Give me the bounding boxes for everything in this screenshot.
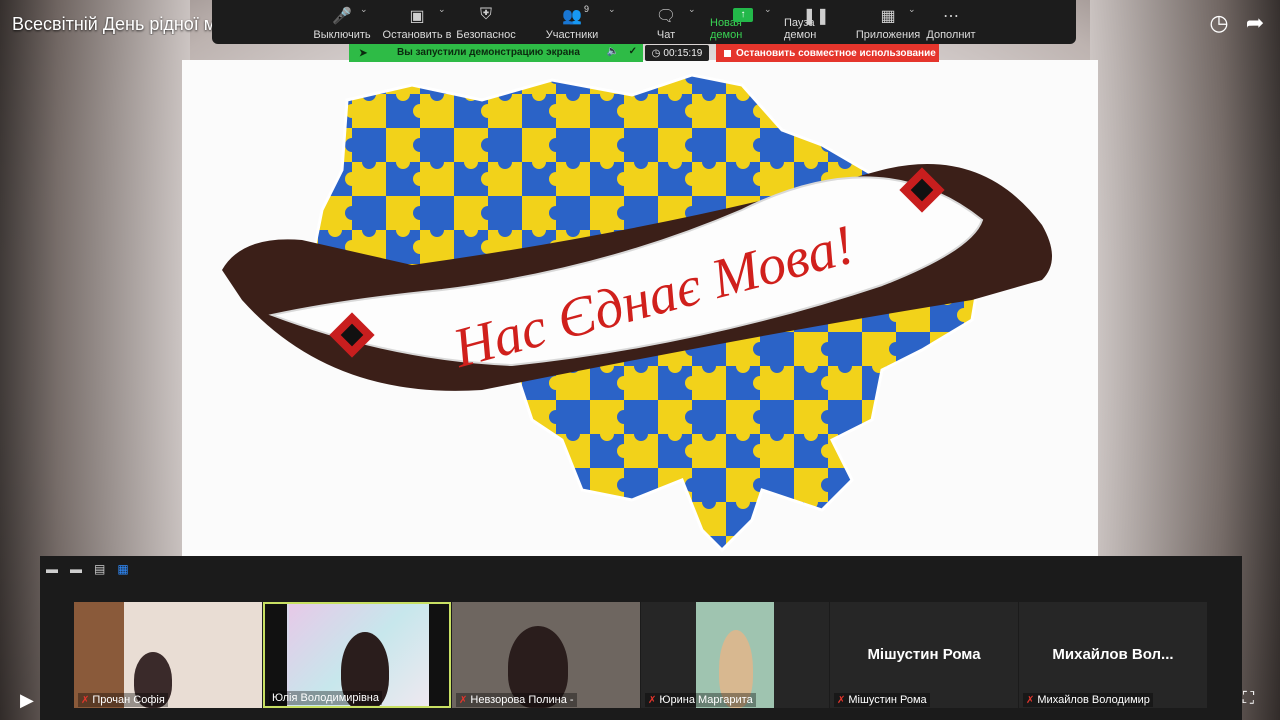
clock-icon[interactable]: ◷: [1208, 10, 1230, 35]
strip-view-icon[interactable]: ▤: [94, 562, 105, 576]
participants-icon: 👥: [562, 8, 582, 25]
sharing-status-text: Вы запустили демонстрацию экрана: [397, 47, 580, 58]
participant-tile[interactable]: Мішустин Рома ✗ Мішустин Рома: [830, 602, 1018, 708]
participant-name: Юлія Володимирівна: [272, 692, 379, 704]
muted-mic-icon: ✗: [837, 694, 846, 706]
muted-mic-icon: ✗: [648, 694, 657, 706]
youtube-video-title[interactable]: Всесвітній День рідної м: [12, 14, 212, 35]
stop-icon: [724, 49, 731, 57]
muted-mic-icon: ✗: [1026, 694, 1035, 706]
participant-name: Прочан Софія: [92, 694, 165, 706]
participant-name: Мішустин Рома: [848, 694, 927, 706]
gallery-view-icon[interactable]: ▦: [117, 562, 128, 576]
sharing-status-bar: ➤ Вы запустили демонстрацию экрана 🔈 ✓: [349, 44, 643, 62]
more-icon: ⋯: [943, 8, 959, 25]
pin-icon[interactable]: ➤: [359, 48, 367, 59]
microphone-icon: 🎤: [332, 8, 352, 25]
stop-video-label: Остановить в: [382, 29, 452, 41]
stop-video-button[interactable]: ▣ ⌄ Остановить в: [382, 0, 452, 44]
chevron-down-icon[interactable]: ⌄: [908, 4, 916, 15]
play-icon[interactable]: ▶: [20, 690, 34, 711]
chat-button[interactable]: 🗨 ⌄ Чат: [648, 0, 696, 44]
ukraine-puzzle-map: Нас Єднає Мова!: [222, 73, 1052, 553]
participant-name: Михайлов Володимир: [1037, 694, 1150, 706]
mute-label: Выключить: [313, 29, 371, 41]
participant-name: Юрина Маргарита: [659, 694, 753, 706]
share-timer: ◷ 00:15:19: [645, 45, 709, 61]
mute-button[interactable]: 🎤 ⌄ Выключить: [312, 0, 372, 44]
clock-icon: ◷: [651, 47, 661, 59]
chevron-down-icon[interactable]: ⌄: [608, 4, 616, 15]
participant-name: Невзорова Полина -: [470, 694, 574, 706]
participant-tile[interactable]: ✗ Прочан Софія: [74, 602, 262, 708]
chevron-down-icon[interactable]: ⌄: [360, 4, 368, 15]
pause-share-button[interactable]: ❚❚ Пауза демон: [784, 0, 848, 44]
participants-label: Участники: [545, 29, 599, 41]
participant-display-name: Михайлов Вол...: [1052, 646, 1174, 663]
apps-label: Приложения: [855, 29, 921, 41]
pause-icon: ❚❚: [802, 8, 830, 25]
gallery-view-controls: ▬ ▬ ▤ ▦: [46, 562, 129, 576]
chat-icon: 🗨: [655, 8, 677, 25]
muted-mic-icon: ✗: [459, 694, 468, 706]
camera-icon: ▣: [409, 8, 425, 25]
chevron-down-icon[interactable]: ⌄: [438, 4, 446, 15]
speaker-view-icon[interactable]: ▬: [70, 562, 82, 576]
chat-label: Чат: [656, 29, 676, 41]
timer-value: 00:15:19: [663, 47, 703, 59]
new-share-button[interactable]: ↑ ⌄ Новая демон: [710, 0, 776, 44]
chevron-down-icon[interactable]: ⌄: [764, 4, 772, 15]
participants-button[interactable]: 👥 9 ⌄ Участники: [544, 0, 616, 44]
shield-check-icon: ✓: [628, 46, 637, 57]
shield-icon: ⛨: [479, 6, 492, 23]
participant-gallery: ▬ ▬ ▤ ▦ ✗ Прочан Софія Юлія Володимирівна…: [40, 556, 1242, 720]
apps-icon: ▦: [880, 8, 896, 25]
participant-display-name: Мішустин Рома: [867, 646, 981, 663]
participant-tile[interactable]: Михайлов Вол... ✗ Михайлов Володимир: [1019, 602, 1207, 708]
security-label: Безопаснос: [456, 29, 516, 41]
stop-sharing-label: Остановить совместное использование: [736, 47, 936, 59]
participant-tile[interactable]: ✗ Невзорова Полина -: [452, 602, 640, 708]
participant-tile[interactable]: ✗ Юрина Маргарита: [641, 602, 829, 708]
youtube-top-icons: ◷ ➦: [1208, 10, 1266, 35]
more-label: Дополнит: [926, 29, 976, 41]
presentation-slide: Нас Єднає Мова!: [182, 60, 1098, 560]
more-button[interactable]: ⋯ Дополнит: [926, 0, 976, 44]
share-screen-icon: ↑: [733, 8, 753, 22]
participant-tile-active-speaker[interactable]: Юлія Володимирівна: [263, 602, 451, 708]
participants-count: 9: [584, 4, 590, 14]
share-icon[interactable]: ➦: [1244, 10, 1266, 35]
minimize-icon[interactable]: ▬: [46, 562, 58, 576]
fullscreen-icon[interactable]: ⛶: [1243, 690, 1254, 708]
apps-button[interactable]: ▦ ⌄ Приложения: [856, 0, 920, 44]
audio-icon[interactable]: 🔈: [607, 46, 619, 57]
stop-sharing-button[interactable]: Остановить совместное использование: [716, 44, 939, 62]
chevron-down-icon[interactable]: ⌄: [688, 4, 696, 15]
security-button[interactable]: ⛨ Безопаснос: [456, 0, 516, 44]
muted-mic-icon: ✗: [81, 694, 90, 706]
zoom-toolbar: 🎤 ⌄ Выключить ▣ ⌄ Остановить в ⛨ Безопас…: [212, 0, 1076, 44]
